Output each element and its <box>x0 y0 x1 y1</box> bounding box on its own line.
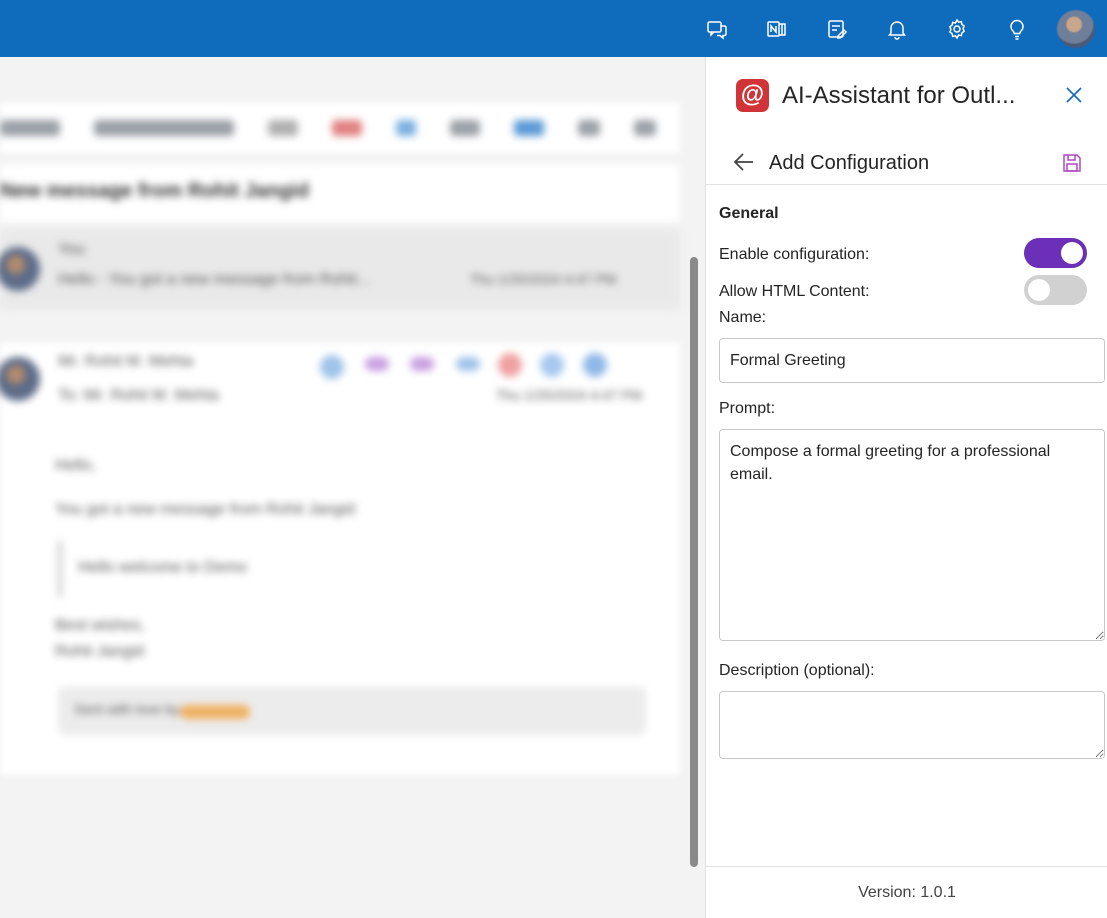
toggle-knob <box>1061 242 1083 264</box>
reply-icon <box>365 357 389 371</box>
mail-scrollbar[interactable] <box>690 257 698 867</box>
reaction-icon <box>320 355 344 379</box>
body-signoff: Best wishes, <box>55 617 145 634</box>
back-arrow-icon[interactable] <box>731 149 757 175</box>
message-date: Thu 1/25/2024 4:47 PM <box>496 387 643 403</box>
body-footer-link <box>180 705 250 719</box>
toggle-knob <box>1028 279 1050 301</box>
thread-preview: Hello - You got a new message from Rohit… <box>58 271 371 288</box>
allow-html-label: Allow HTML Content: <box>719 283 870 300</box>
avatar <box>0 247 40 291</box>
addin-icon <box>583 353 607 377</box>
allow-html-toggle[interactable] <box>1024 275 1087 305</box>
settings-icon[interactable] <box>927 0 987 57</box>
top-app-bar <box>0 0 1107 57</box>
feedback-icon[interactable] <box>687 0 747 57</box>
notifications-icon[interactable] <box>867 0 927 57</box>
mail-subject: New message from Rohit Jangid <box>0 164 680 222</box>
config-title: Add Configuration <box>769 152 930 174</box>
save-icon[interactable] <box>1060 151 1084 175</box>
config-subheader: Add Configuration <box>706 141 1107 185</box>
mail-subject-text: New message from Rohit Jangid <box>0 180 309 202</box>
prompt-label: Prompt: <box>719 400 776 417</box>
version-footer: Version: 1.0.1 <box>706 866 1107 918</box>
message-body: Mr. Rohit M. Mehta To: Mr. Rohit M. Meht… <box>0 343 680 775</box>
onenote-icon[interactable] <box>747 0 807 57</box>
addin-icon <box>540 353 564 377</box>
mail-reading-area: New message from Rohit Jangid You Hello … <box>0 57 705 918</box>
apps-icon <box>498 353 522 377</box>
mail-toolbar <box>0 103 680 153</box>
section-general: General <box>719 205 779 222</box>
prompt-textarea[interactable]: Compose a formal greeting for a professi… <box>719 429 1105 641</box>
addin-title: AI-Assistant for Outl... <box>782 82 1016 109</box>
thread-item[interactable]: You Hello - You got a new message from R… <box>0 229 680 309</box>
user-avatar[interactable] <box>1057 9 1095 48</box>
reply-all-icon <box>410 357 434 371</box>
avatar <box>0 357 40 401</box>
thread-sender: You <box>58 241 85 258</box>
body-signoff-name: Rohit Jangid <box>55 643 144 660</box>
name-input[interactable] <box>719 338 1105 383</box>
message-sender: Mr. Rohit M. Mehta <box>58 353 194 370</box>
quote-bar <box>58 541 62 597</box>
description-label: Description (optional): <box>719 662 875 679</box>
addin-pane: @ AI-Assistant for Outl... Add Configura… <box>705 57 1107 918</box>
addin-logo: @ <box>736 79 769 112</box>
body-quote: Hello welcome to Demo <box>78 559 247 576</box>
name-label: Name: <box>719 309 767 326</box>
message-to: To: Mr. Rohit M. Mehta <box>58 387 219 404</box>
version-text: Version: 1.0.1 <box>858 883 956 901</box>
body-greeting: Hello, <box>55 457 96 474</box>
forward-icon <box>456 357 480 371</box>
enable-configuration-toggle[interactable] <box>1024 238 1087 268</box>
top-bar-icons <box>687 0 1107 57</box>
tips-icon[interactable] <box>987 0 1047 57</box>
close-icon[interactable] <box>1062 83 1086 107</box>
enable-configuration-label: Enable configuration: <box>719 246 870 263</box>
description-textarea[interactable] <box>719 691 1105 759</box>
my-day-icon[interactable] <box>807 0 867 57</box>
body-line: You got a new message from Rohit Jangid <box>55 501 356 518</box>
body-footer: Sent with love by <box>74 701 180 717</box>
addin-header: @ AI-Assistant for Outl... <box>706 57 1107 137</box>
thread-date: Thu 1/25/2024 4:47 PM <box>470 271 617 287</box>
